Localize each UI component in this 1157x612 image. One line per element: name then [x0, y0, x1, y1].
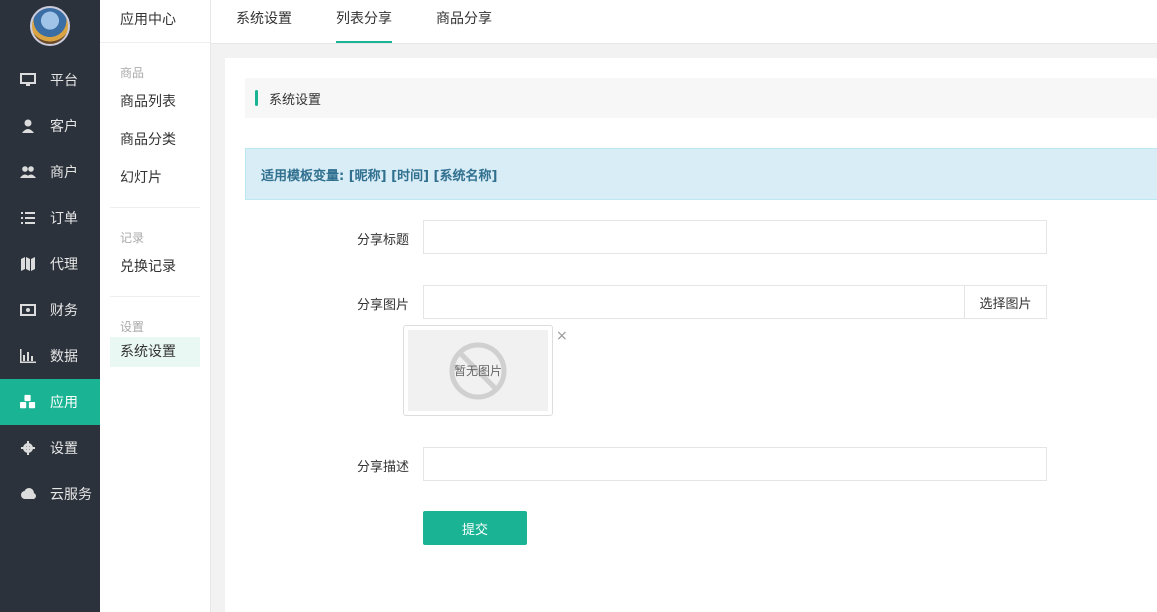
sidebar-item-data[interactable]: 数据	[0, 333, 100, 379]
sidebar-item-merchant[interactable]: 商户	[0, 149, 100, 195]
form-row-share-desc: 分享描述	[245, 447, 1055, 481]
submit-button[interactable]: 提交	[423, 511, 527, 545]
top-tabs: 系统设置 列表分享 商品分享	[211, 0, 1157, 44]
tab-list-share[interactable]: 列表分享	[336, 0, 392, 43]
main-sidebar: 平台 客户 商户 订单 代理 财务 数据 应用 设置 云服务	[0, 0, 100, 612]
sidebar-item-customer[interactable]: 客户	[0, 103, 100, 149]
sub-sidebar-title: 应用中心	[100, 0, 210, 43]
sidebar-item-agent[interactable]: 代理	[0, 241, 100, 287]
image-placeholder: 暂无图片	[408, 330, 548, 411]
share-desc-input[interactable]	[423, 447, 1047, 481]
map-icon	[20, 256, 36, 272]
user-icon	[20, 118, 36, 134]
image-preview: 暂无图片	[403, 325, 553, 416]
sub-group-label-records: 记录	[120, 231, 145, 245]
sub-item-slides[interactable]: 幻灯片	[100, 159, 210, 197]
tab-system-settings[interactable]: 系统设置	[236, 0, 292, 43]
sidebar-item-label: 商户	[50, 165, 78, 181]
sidebar-item-label: 客户	[50, 119, 78, 135]
panel-title: 系统设置	[269, 92, 322, 108]
sidebar-item-platform[interactable]: 平台	[0, 57, 100, 103]
share-desc-label: 分享描述	[356, 460, 409, 475]
sidebar-item-label: 平台	[50, 73, 78, 89]
bar-chart-icon	[20, 348, 36, 364]
panel-accent-bar	[255, 90, 258, 106]
gear-icon	[20, 440, 36, 456]
sub-item-system-settings[interactable]: 系统设置	[110, 337, 200, 367]
sidebar-item-finance[interactable]: 财务	[0, 287, 100, 333]
share-image-label: 分享图片	[356, 298, 409, 313]
cubes-icon	[20, 394, 36, 410]
main-nav: 平台 客户 商户 订单 代理 财务 数据 应用 设置 云服务	[0, 57, 100, 517]
share-title-input[interactable]	[423, 220, 1047, 254]
tab-goods-share[interactable]: 商品分享	[436, 0, 492, 43]
money-icon	[20, 302, 36, 318]
monitor-icon	[20, 72, 36, 88]
users-icon	[20, 164, 36, 180]
list-icon	[20, 210, 36, 226]
sub-item-goods-category[interactable]: 商品分类	[100, 121, 210, 159]
template-variables-alert: 适用模板变量: [昵称] [时间] [系统名称]	[245, 148, 1157, 200]
logo	[30, 6, 70, 46]
share-image-input[interactable]	[423, 285, 965, 319]
sidebar-item-label: 财务	[50, 303, 78, 319]
panel-header: 系统设置	[245, 78, 1157, 118]
cloud-icon	[20, 486, 36, 502]
sub-sidebar: 应用中心 商品 商品列表 商品分类 幻灯片 记录 兑换记录 设置 系统设置	[100, 0, 211, 612]
sub-item-goods-list[interactable]: 商品列表	[100, 83, 210, 121]
choose-image-button[interactable]: 选择图片	[965, 285, 1047, 319]
sidebar-item-label: 代理	[50, 257, 78, 273]
sub-item-exchange-records[interactable]: 兑换记录	[100, 248, 210, 286]
sub-group-label-goods: 商品	[120, 66, 145, 80]
no-image-text: 暂无图片	[453, 364, 502, 378]
sidebar-item-label: 数据	[50, 349, 78, 365]
sidebar-item-settings[interactable]: 设置	[0, 425, 100, 471]
sidebar-item-label: 应用	[50, 395, 78, 411]
form-row-share-image: 分享图片 选择图片	[245, 285, 1055, 319]
sidebar-item-cloud[interactable]: 云服务	[0, 471, 100, 517]
sidebar-item-label: 订单	[50, 211, 78, 227]
share-title-label: 分享标题	[356, 233, 409, 248]
form-row-share-title: 分享标题	[245, 220, 1055, 254]
main-content: 系统设置 适用模板变量: [昵称] [时间] [系统名称] 分享标题 分享图片 …	[225, 58, 1157, 612]
sidebar-item-label: 云服务	[50, 487, 92, 503]
sidebar-item-app[interactable]: 应用	[0, 379, 100, 425]
remove-image-icon[interactable]: ×	[556, 329, 568, 343]
sidebar-item-order[interactable]: 订单	[0, 195, 100, 241]
sidebar-item-label: 设置	[50, 441, 78, 457]
sub-group-label-settings: 设置	[120, 320, 145, 334]
